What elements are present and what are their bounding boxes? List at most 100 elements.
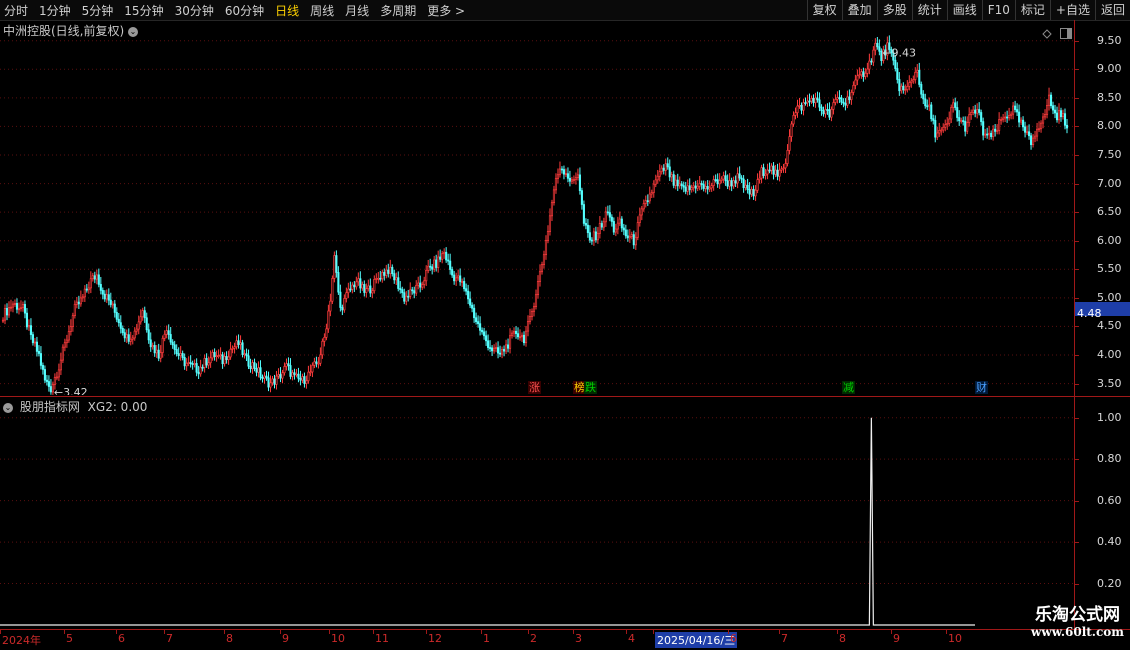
period-tab-10[interactable]: 更多 > bbox=[427, 2, 465, 19]
indicator-chart[interactable] bbox=[0, 397, 1075, 629]
candle bbox=[792, 111, 795, 127]
candle bbox=[299, 370, 302, 386]
candle bbox=[950, 104, 953, 123]
tool-button-8[interactable]: 返回 bbox=[1094, 0, 1130, 20]
candle bbox=[135, 323, 138, 336]
candle bbox=[682, 181, 685, 193]
candle bbox=[828, 102, 831, 121]
candle bbox=[600, 220, 603, 230]
event-tag-0[interactable]: 涨 bbox=[528, 381, 541, 394]
period-tab-8[interactable]: 月线 bbox=[345, 2, 369, 19]
candle bbox=[27, 319, 30, 331]
candle bbox=[572, 175, 575, 184]
candle bbox=[439, 249, 442, 263]
candle bbox=[117, 312, 120, 327]
tool-button-3[interactable]: 统计 bbox=[911, 0, 947, 20]
date-label-4: 8 bbox=[226, 632, 233, 645]
date-label-7: 11 bbox=[375, 632, 389, 645]
candle bbox=[55, 371, 58, 381]
candle bbox=[968, 107, 971, 127]
tool-button-4[interactable]: 画线 bbox=[946, 0, 982, 20]
candle bbox=[790, 121, 793, 142]
tool-button-7[interactable]: +自选 bbox=[1049, 0, 1095, 20]
period-tab-4[interactable]: 30分钟 bbox=[175, 2, 214, 19]
indicator-tick-1: 0.80 bbox=[1097, 452, 1122, 466]
tool-button-1[interactable]: 叠加 bbox=[841, 0, 877, 20]
candle bbox=[1034, 130, 1037, 143]
tool-button-0[interactable]: 复权 bbox=[806, 0, 842, 20]
period-tab-5[interactable]: 60分钟 bbox=[225, 2, 264, 19]
candle bbox=[91, 272, 94, 282]
period-tab-0[interactable]: 分时 bbox=[4, 2, 28, 19]
candle bbox=[431, 264, 434, 275]
candle bbox=[339, 284, 342, 312]
candle bbox=[257, 361, 260, 378]
candle bbox=[1006, 110, 1009, 123]
candle bbox=[700, 180, 703, 190]
candle bbox=[932, 114, 935, 125]
candle bbox=[33, 338, 36, 347]
period-tab-6[interactable]: 日线 bbox=[275, 2, 299, 19]
candle bbox=[137, 315, 140, 335]
candle bbox=[499, 345, 502, 357]
candle bbox=[924, 93, 927, 109]
panel-toggle-icon[interactable] bbox=[1060, 24, 1072, 39]
period-tab-9[interactable]: 多周期 bbox=[380, 2, 416, 19]
candle bbox=[171, 339, 174, 349]
candle bbox=[1051, 101, 1055, 115]
candle bbox=[1041, 112, 1045, 129]
tool-button-5[interactable]: F10 bbox=[981, 0, 1015, 20]
candle bbox=[251, 359, 254, 374]
candle bbox=[554, 173, 558, 194]
candle bbox=[305, 375, 308, 389]
candle bbox=[271, 376, 274, 386]
event-tag-3[interactable]: 减 bbox=[842, 381, 855, 394]
candle bbox=[319, 347, 322, 367]
event-tag-2[interactable]: 跌 bbox=[584, 381, 597, 394]
candle bbox=[461, 278, 464, 287]
candle bbox=[998, 112, 1001, 135]
candle bbox=[103, 290, 106, 302]
date-label-11: 3 bbox=[575, 632, 582, 645]
candle bbox=[558, 161, 562, 178]
candle bbox=[654, 174, 657, 188]
candle bbox=[738, 166, 741, 181]
candle bbox=[183, 353, 186, 370]
candle bbox=[912, 75, 915, 84]
period-tab-1[interactable]: 1分钟 bbox=[39, 2, 71, 19]
tool-buttons: 复权 叠加 多股 统计 画线 F10 标记 +自选 返回 bbox=[806, 0, 1130, 20]
candle bbox=[483, 327, 486, 340]
event-tag-4[interactable]: 财 bbox=[975, 381, 988, 394]
candle bbox=[784, 158, 787, 174]
candle bbox=[538, 264, 542, 287]
tool-button-2[interactable]: 多股 bbox=[876, 0, 912, 20]
candle bbox=[87, 281, 90, 294]
candle bbox=[451, 266, 454, 278]
candle bbox=[71, 312, 74, 332]
candle bbox=[670, 171, 673, 183]
candle bbox=[946, 117, 949, 130]
candle bbox=[349, 281, 352, 293]
tool-button-6[interactable]: 标记 bbox=[1014, 0, 1050, 20]
candle bbox=[584, 218, 587, 230]
candle bbox=[710, 182, 713, 192]
date-label-10: 2 bbox=[530, 632, 537, 645]
candle bbox=[217, 349, 220, 359]
cursor-date-label: 2025/04/16/三 bbox=[655, 632, 738, 648]
candle bbox=[548, 208, 552, 236]
candle bbox=[744, 180, 747, 191]
period-tab-3[interactable]: 15分钟 bbox=[124, 2, 163, 19]
candlestick-chart[interactable]: ←3.42 ←9.43 bbox=[0, 35, 1075, 395]
candle bbox=[954, 97, 957, 111]
candle bbox=[355, 276, 358, 290]
candle bbox=[69, 319, 72, 336]
period-tab-7[interactable]: 周线 bbox=[310, 2, 334, 19]
candle bbox=[235, 335, 238, 350]
diamond-icon[interactable] bbox=[1042, 24, 1052, 39]
candle bbox=[764, 168, 767, 180]
candle bbox=[359, 271, 362, 294]
candle bbox=[510, 330, 514, 339]
candle bbox=[191, 360, 194, 370]
candle bbox=[259, 360, 262, 381]
period-tab-2[interactable]: 5分钟 bbox=[82, 2, 114, 19]
